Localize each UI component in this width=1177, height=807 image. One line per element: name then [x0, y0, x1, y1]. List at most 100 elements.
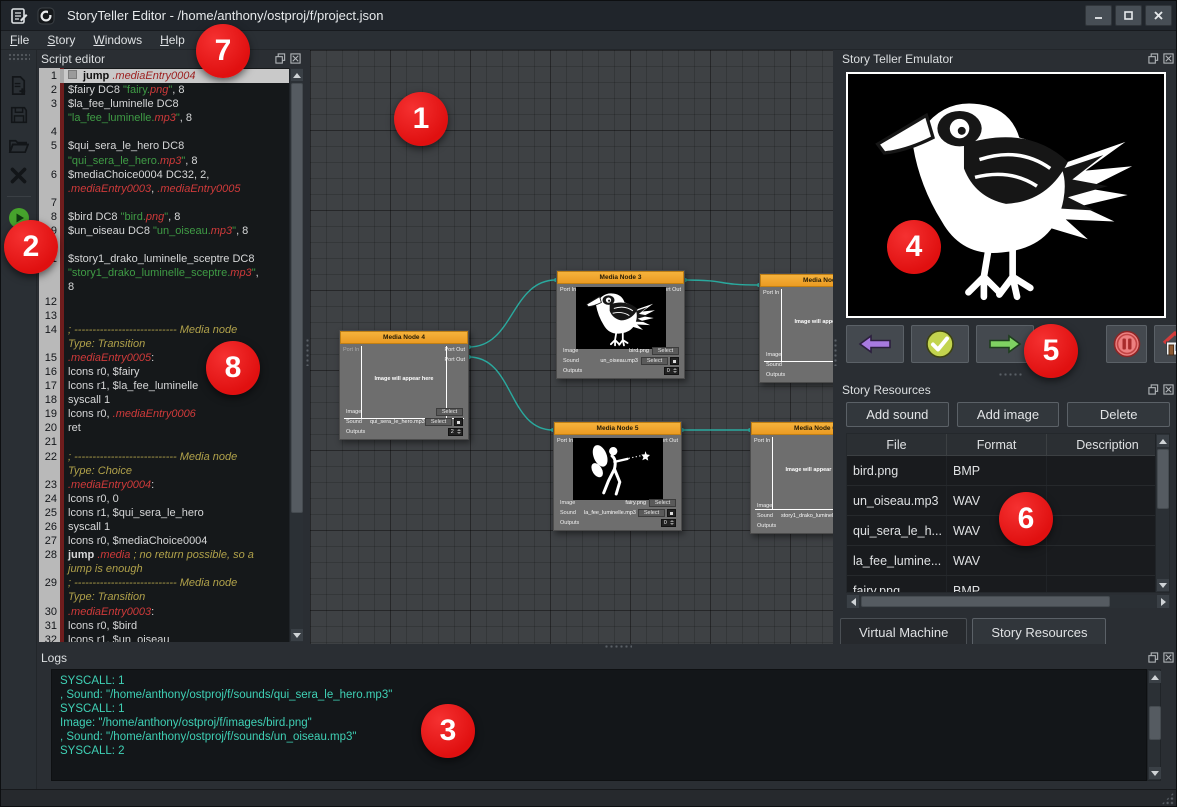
toolbar-drag-handle[interactable]	[8, 53, 30, 62]
code-line[interactable]: 8	[39, 280, 289, 294]
home-button[interactable]	[1154, 325, 1177, 363]
minimize-button[interactable]	[1085, 5, 1112, 26]
menu-help[interactable]: Help	[151, 32, 194, 48]
media-node[interactable]: Media Node 4Port InPort OutPort OutImage…	[339, 330, 469, 440]
code-editor[interactable]: 1jump .mediaEntry00042$fairy DC8 "fairy.…	[39, 68, 303, 642]
media-node[interactable]: Media Node 5Port InPort OutImagefairy.pn…	[553, 421, 682, 531]
pause-button[interactable]	[1106, 325, 1147, 363]
table-hscrollbar[interactable]	[846, 595, 1170, 608]
code-line[interactable]: 25lcons r1, $qui_sera_le_hero	[39, 506, 289, 520]
code-line[interactable]: 28jump .media ; no return possible, so a	[39, 548, 289, 562]
close-project-button[interactable]	[5, 161, 33, 189]
table-cell[interactable]: BMP	[947, 456, 1047, 485]
table-cell[interactable]	[1047, 576, 1169, 593]
code-line[interactable]: 10	[39, 238, 289, 252]
code-line[interactable]: 21	[39, 435, 289, 449]
float-panel-icon[interactable]	[275, 53, 286, 64]
tab-story-resources[interactable]: Story Resources	[972, 618, 1106, 645]
float-panel-icon[interactable]	[1148, 53, 1159, 64]
node-title[interactable]: Media Node 3	[557, 271, 684, 284]
scroll-up-arrow[interactable]	[1157, 435, 1169, 447]
column-header-file[interactable]: File	[847, 434, 947, 455]
tab-virtual-machine[interactable]: Virtual Machine	[840, 618, 967, 645]
scroll-up-arrow[interactable]	[1149, 671, 1161, 683]
add-sound-button[interactable]: Add sound	[846, 402, 949, 427]
menu-file[interactable]: File	[1, 32, 38, 48]
close-button[interactable]	[1145, 5, 1172, 26]
code-line[interactable]: 32lcons r1, $un_oiseau	[39, 633, 289, 642]
table-cell[interactable]	[1047, 546, 1169, 575]
media-node[interactable]: Media Node 3Port InPort OutImagebird.png…	[556, 270, 685, 379]
log-scrollbar[interactable]	[1147, 669, 1161, 781]
table-row[interactable]: fairy.pngBMP	[847, 576, 1169, 593]
select-button[interactable]: Select	[425, 418, 452, 426]
outputs-spinbox[interactable]: 0	[664, 367, 679, 375]
table-scrollbar-thumb[interactable]	[1157, 449, 1169, 509]
port-in[interactable]: Port In	[560, 287, 576, 293]
select-button[interactable]: Select	[652, 347, 679, 355]
code-line[interactable]: Type: Transition	[39, 590, 289, 604]
float-panel-icon[interactable]	[1148, 384, 1159, 395]
open-folder-button[interactable]	[5, 131, 33, 159]
splitter-emulator-resources[interactable]	[998, 372, 1024, 377]
code-line[interactable]: 26syscall 1	[39, 520, 289, 534]
code-line[interactable]: 7	[39, 196, 289, 210]
table-cell[interactable]: qui_sera_le_h...	[847, 516, 947, 545]
scroll-right-arrow[interactable]	[1157, 595, 1169, 608]
table-cell[interactable]: la_fee_lumine...	[847, 546, 947, 575]
table-cell[interactable]	[1047, 516, 1169, 545]
code-line[interactable]: 1jump .mediaEntry0004	[39, 69, 289, 83]
log-output[interactable]: SYSCALL: 1, Sound: "/home/anthony/ostpro…	[51, 669, 1147, 781]
code-line[interactable]: 22; ---------------------------- Media n…	[39, 450, 289, 464]
select-button[interactable]: Select	[649, 499, 676, 507]
new-file-button[interactable]	[5, 71, 33, 99]
play-sound-icon[interactable]	[667, 509, 676, 517]
select-button[interactable]: Select	[436, 408, 463, 416]
editor-scrollbar[interactable]	[289, 68, 303, 642]
scroll-down-arrow[interactable]	[291, 629, 303, 641]
code-line[interactable]: 18syscall 1	[39, 393, 289, 407]
close-panel-icon[interactable]	[1163, 53, 1174, 64]
scroll-down-arrow[interactable]	[1157, 579, 1169, 591]
code-line[interactable]: 19lcons r0, .mediaEntry0006	[39, 407, 289, 421]
add-image-button[interactable]: Add image	[957, 402, 1060, 427]
code-line[interactable]: 12	[39, 295, 289, 309]
code-line[interactable]: 5$qui_sera_le_hero DC8	[39, 139, 289, 153]
log-scrollbar-thumb[interactable]	[1149, 706, 1161, 740]
editor-scrollbar-thumb[interactable]	[291, 83, 303, 513]
save-button[interactable]	[5, 101, 33, 129]
table-cell[interactable]: BMP	[947, 576, 1047, 593]
scroll-down-arrow[interactable]	[1149, 767, 1161, 779]
code-line[interactable]: 31lcons r0, $bird	[39, 619, 289, 633]
code-line[interactable]: "qui_sera_le_hero.mp3", 8	[39, 154, 289, 168]
node-title[interactable]: Media Node 6	[751, 422, 833, 435]
table-hscrollbar-thumb[interactable]	[861, 596, 1110, 607]
code-line[interactable]: 11$story1_drako_luminelle_sceptre DC8	[39, 252, 289, 266]
code-line[interactable]: 4	[39, 125, 289, 139]
code-line[interactable]: jump is enough	[39, 562, 289, 576]
menu-story[interactable]: Story	[38, 32, 84, 48]
menu-windows[interactable]: Windows	[84, 32, 151, 48]
code-line[interactable]: 6$mediaChoice0004 DC32, 2,	[39, 168, 289, 182]
play-sound-icon[interactable]	[454, 418, 463, 426]
code-line[interactable]: 2$fairy DC8 "fairy.png", 8	[39, 83, 289, 97]
code-line[interactable]: 29; ---------------------------- Media n…	[39, 576, 289, 590]
table-cell[interactable]: un_oiseau.mp3	[847, 486, 947, 515]
table-cell[interactable]: fairy.png	[847, 576, 947, 593]
previous-button[interactable]	[846, 325, 904, 363]
node-title[interactable]: Media Node 4	[340, 331, 468, 344]
code-line[interactable]: .mediaEntry0003, .mediaEntry0005	[39, 182, 289, 196]
scroll-up-arrow[interactable]	[291, 69, 303, 81]
delete-button[interactable]: Delete	[1067, 402, 1170, 427]
code-line[interactable]: "story1_drako_luminelle_sceptre.mp3",	[39, 266, 289, 280]
code-line[interactable]: 23.mediaEntry0004:	[39, 478, 289, 492]
code-line[interactable]: Type: Choice	[39, 464, 289, 478]
table-scrollbar[interactable]	[1155, 434, 1169, 592]
outputs-spinbox[interactable]: 2	[448, 428, 463, 436]
table-cell[interactable]	[1047, 486, 1169, 515]
code-line[interactable]: 13	[39, 309, 289, 323]
scroll-left-arrow[interactable]	[847, 595, 859, 608]
table-cell[interactable]: bird.png	[847, 456, 947, 485]
code-line[interactable]: 20ret	[39, 421, 289, 435]
code-line[interactable]: 3$la_fee_luminelle DC8	[39, 97, 289, 111]
